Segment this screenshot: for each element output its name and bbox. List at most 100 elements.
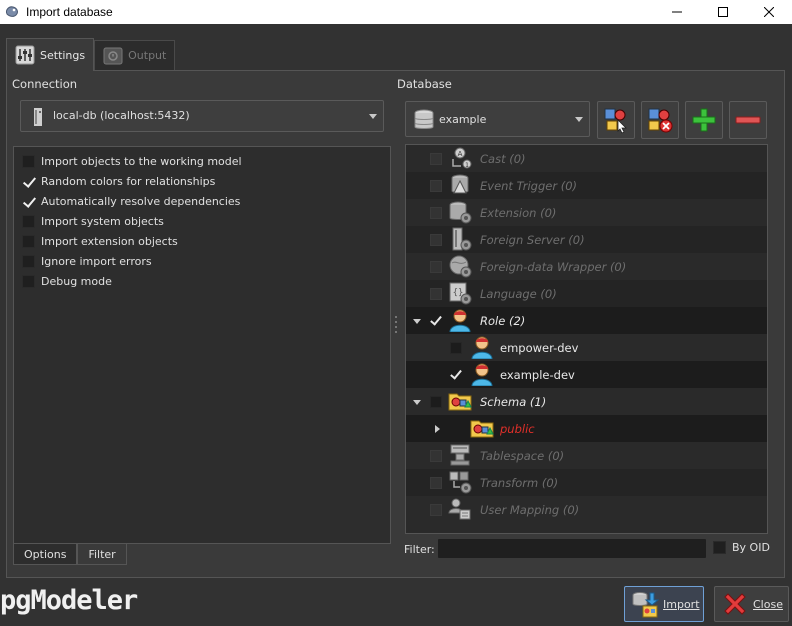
option-label: Import objects to the working model (41, 154, 242, 168)
tree-item-schema[interactable]: Schema (1) (406, 388, 767, 415)
collapsed-arrow-icon[interactable] (432, 424, 442, 434)
tree-item-extension[interactable]: Extension (0) (406, 199, 767, 226)
tree-item-language[interactable]: {} Language (0) (406, 280, 767, 307)
main-tabs: Settings Output (6, 38, 176, 71)
user-icon (471, 336, 493, 359)
tree-item-foreign-server[interactable]: Foreign Server (0) (406, 226, 767, 253)
tree-item-role[interactable]: Role (2) (406, 307, 767, 334)
tab-options[interactable]: Options (13, 544, 78, 565)
filter-input[interactable] (437, 538, 707, 559)
user-icon (471, 363, 493, 386)
pgmodeler-logo: pgModeler (0, 585, 139, 616)
database-value: example (439, 113, 487, 126)
clear-selection-button[interactable] (641, 101, 679, 139)
tree-item-cast[interactable]: A 1 Cast (0) (406, 145, 767, 172)
expand-all-button[interactable] (685, 101, 723, 139)
checkbox[interactable] (713, 541, 726, 554)
by-oid-checkbox[interactable]: By OID (713, 541, 770, 554)
cast-icon: A 1 (452, 147, 472, 169)
tree-item-empower-dev[interactable]: empower-dev (406, 334, 767, 361)
chevron-down-icon (369, 114, 377, 119)
close-button[interactable]: Close (714, 586, 789, 622)
option-import-to-working-model[interactable]: Import objects to the working model (22, 153, 242, 169)
language-icon: {} (449, 282, 472, 305)
close-x-icon (724, 593, 746, 615)
checkbox[interactable] (430, 260, 442, 273)
checkbox[interactable] (430, 179, 442, 192)
checkbox[interactable] (430, 395, 442, 408)
tree-item-example-dev[interactable]: example-dev (406, 361, 767, 388)
database-select[interactable]: example (405, 101, 590, 137)
filter-label: Filter: (404, 543, 435, 556)
schema-icon (448, 393, 472, 411)
option-label: Debug mode (41, 274, 112, 288)
tab-settings-label: Settings (40, 48, 86, 62)
foreign-data-wrapper-icon (449, 255, 472, 278)
tree-item-foreign-data-wrapper[interactable]: Foreign-data Wrapper (0) (406, 253, 767, 280)
tree-item-transform[interactable]: Transform (0) (406, 469, 767, 496)
tree-item-label: Event Trigger (0) (480, 178, 578, 193)
tree-item-label: Transform (0) (480, 475, 559, 490)
expanded-arrow-icon[interactable] (412, 316, 422, 326)
option-ignore-import-errors[interactable]: Ignore import errors (22, 253, 152, 269)
checkbox[interactable] (430, 152, 442, 165)
tree-item-public[interactable]: public (406, 415, 767, 442)
checkbox[interactable] (430, 503, 442, 516)
expanded-arrow-icon[interactable] (412, 397, 422, 407)
import-button[interactable]: Import (624, 586, 704, 622)
tab-filter[interactable]: Filter (77, 544, 127, 565)
option-resolve-dependencies[interactable]: Automatically resolve dependencies (22, 193, 240, 209)
svg-text:1: 1 (465, 162, 469, 169)
by-oid-label: By OID (732, 541, 770, 554)
tree-item-label: Tablespace (0) (480, 448, 565, 463)
checkbox[interactable] (22, 214, 35, 228)
close-window-button[interactable] (746, 0, 792, 24)
tree-item-label: Language (0) (480, 286, 557, 301)
options-list: Import objects to the working model Rand… (13, 146, 391, 544)
checkbox[interactable] (430, 476, 442, 489)
checkbox[interactable] (22, 234, 35, 248)
checkbox[interactable] (430, 287, 442, 300)
option-random-colors[interactable]: Random colors for relationships (22, 173, 215, 189)
checkmark-icon[interactable] (450, 369, 462, 381)
option-label: Import extension objects (41, 234, 178, 248)
import-button-label: Import (663, 597, 700, 611)
checkbox-checked[interactable] (22, 175, 35, 188)
close-icon (764, 7, 774, 17)
checkbox-checked[interactable] (22, 195, 35, 208)
tree-item-event-trigger[interactable]: Event Trigger (0) (406, 172, 767, 199)
connection-select[interactable]: local-db (localhost:5432) (20, 100, 384, 132)
checkbox[interactable] (22, 274, 35, 288)
tab-output-label: Output (128, 49, 167, 62)
collapse-all-button[interactable] (729, 101, 767, 139)
tree-item-user-mapping[interactable]: User Mapping (0) (406, 496, 767, 523)
checkbox[interactable] (430, 233, 442, 246)
plus-icon (692, 108, 716, 132)
tab-output[interactable]: Output (94, 40, 176, 70)
tab-settings[interactable]: Settings (6, 38, 95, 71)
connection-label: Connection (12, 77, 78, 91)
option-debug-mode[interactable]: Debug mode (22, 273, 112, 289)
checkmark-icon[interactable] (430, 315, 442, 327)
checkbox[interactable] (22, 254, 35, 268)
select-all-button[interactable] (597, 101, 635, 139)
tree-item-label: public (500, 421, 535, 436)
option-import-extension-objects[interactable]: Import extension objects (22, 233, 178, 249)
tree-item-label: Foreign Server (0) (480, 232, 585, 247)
extension-icon (449, 201, 472, 224)
tree-item-label: example-dev (500, 367, 575, 382)
checkbox[interactable] (22, 154, 35, 168)
tree-item-tablespace[interactable]: Tablespace (0) (406, 442, 767, 469)
minimize-button[interactable] (654, 0, 700, 24)
checkbox[interactable] (430, 206, 442, 219)
maximize-button[interactable] (700, 0, 746, 24)
output-icon (103, 47, 123, 64)
checkbox[interactable] (450, 341, 462, 354)
option-label: Automatically resolve dependencies (41, 194, 241, 208)
checkbox[interactable] (430, 449, 442, 462)
option-import-system-objects[interactable]: Import system objects (22, 213, 164, 229)
splitter-handle-icon[interactable] (394, 314, 398, 336)
svg-text:A: A (458, 150, 463, 158)
tree-item-label: Foreign-data Wrapper (0) (480, 259, 627, 274)
minimize-icon (672, 11, 682, 13)
